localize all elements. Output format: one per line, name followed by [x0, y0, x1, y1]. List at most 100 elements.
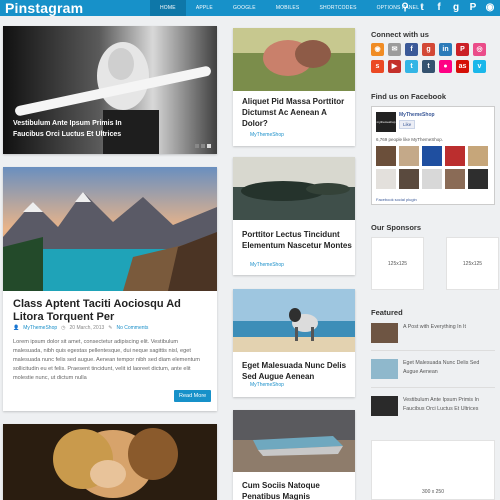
- fan-avatar[interactable]: [422, 169, 442, 189]
- fan-avatar[interactable]: [376, 169, 396, 189]
- linkedin-icon[interactable]: in: [439, 43, 452, 56]
- sponsors-heading: Our Sponsors: [371, 223, 422, 232]
- featured-title[interactable]: A Post with Everything In It: [403, 323, 493, 332]
- post-author[interactable]: MyThemeShop: [250, 262, 284, 268]
- connect-icons: ◉ ✉ f g in P ◎ s ▶ t t ● as v: [371, 43, 486, 73]
- slider-title[interactable]: Vestibulum Ante Ipsum Primis In Faucibus…: [13, 118, 133, 140]
- post-image[interactable]: [233, 410, 355, 472]
- fan-avatar[interactable]: [468, 146, 488, 166]
- slider-dot[interactable]: [201, 144, 205, 148]
- post-meta: 👤 MyThemeShop ◷ 20 March, 2013 ✎ No Comm…: [13, 325, 148, 331]
- featured-title[interactable]: Vestibulum Ante Ipsum Primis In Faucibus…: [403, 396, 493, 413]
- clock-icon: ◷: [61, 325, 66, 331]
- facebook-fans: [376, 146, 488, 189]
- featured-item[interactable]: Eget Malesuada Nunc Delis Sed Augue Aene…: [371, 359, 493, 379]
- facebook-like-button[interactable]: Like: [399, 120, 416, 129]
- post-author[interactable]: MyThemeShop: [250, 132, 284, 138]
- post-excerpt: Lorem ipsum dolor sit amet, consectetur …: [13, 339, 200, 381]
- pinterest-icon[interactable]: P: [468, 0, 478, 16]
- facebook-like-count: 6,769 people like MyThemeShop.: [376, 137, 444, 142]
- facebook-social-plugin-label: Facebook social plugin: [376, 197, 417, 202]
- nav-shortcodes[interactable]: SHORTCODES: [309, 0, 366, 16]
- post-title[interactable]: Eget Malesuada Nunc Delis Sed Augue Aene…: [242, 360, 352, 382]
- post-comments[interactable]: No Comments: [116, 325, 148, 331]
- email-icon[interactable]: ✉: [388, 43, 401, 56]
- featured-thumbnail: [371, 396, 398, 416]
- slider-dot[interactable]: [195, 144, 199, 148]
- lastfm-icon[interactable]: as: [456, 60, 469, 73]
- facebook-page-logo[interactable]: mythemeshop: [376, 112, 396, 132]
- site-logo[interactable]: Pinstagram: [5, 0, 83, 16]
- fan-avatar[interactable]: [422, 146, 442, 166]
- featured-heading: Featured: [371, 308, 403, 317]
- google-plus-icon[interactable]: g: [451, 0, 461, 16]
- featured-title[interactable]: Eget Malesuada Nunc Delis Sed Augue Aene…: [403, 359, 493, 376]
- post-image[interactable]: [233, 157, 355, 220]
- sponsor-ad[interactable]: 125x125: [371, 237, 424, 290]
- post-title[interactable]: Porttitor Lectus Tincidunt Elementum Nas…: [242, 229, 352, 251]
- post-card-3[interactable]: [3, 424, 217, 500]
- post-author[interactable]: MyThemeShop: [23, 325, 57, 331]
- featured-thumbnail: [371, 323, 398, 343]
- nav-google[interactable]: GOOGLE: [223, 0, 266, 16]
- post-image[interactable]: [233, 28, 355, 91]
- post-title[interactable]: Cum Sociis Natoque Penatibus Magnis: [242, 480, 352, 500]
- stumbleupon-icon[interactable]: s: [371, 60, 384, 73]
- post-card-main: Class Aptent Taciti Aociosqu Ad Litora T…: [3, 167, 217, 411]
- read-more-button[interactable]: Read More: [174, 390, 212, 402]
- post-card-col2-1: Aliquet Pid Massa Porttitor Dictumst Ac …: [233, 28, 355, 146]
- top-navigation-bar: Pinstagram HOME APPLE GOOGLE MOBILES SHO…: [0, 0, 500, 16]
- search-icon[interactable]: ⚲: [400, 0, 410, 16]
- ad-size-label: 300 x 250: [422, 489, 444, 495]
- comment-icon: ✎: [108, 325, 113, 331]
- featured-thumbnail: [371, 359, 398, 379]
- twitter-icon[interactable]: t: [405, 60, 418, 73]
- featured-slider[interactable]: Vestibulum Ante Ipsum Primis In Faucibus…: [3, 26, 217, 154]
- facebook-icon[interactable]: f: [405, 43, 418, 56]
- fan-avatar[interactable]: [468, 169, 488, 189]
- nav-mobiles[interactable]: MOBILES: [266, 0, 310, 16]
- post-title[interactable]: Class Aptent Taciti Aociosqu Ad Litora T…: [13, 298, 203, 324]
- facebook-like-box: mythemeshop MyThemeShop Like 6,769 peopl…: [371, 106, 495, 205]
- youtube-icon[interactable]: ▶: [388, 60, 401, 73]
- slider-dot-active[interactable]: [207, 144, 211, 148]
- featured-item[interactable]: A Post with Everything In It: [371, 323, 493, 343]
- fan-avatar[interactable]: [376, 146, 396, 166]
- fan-avatar[interactable]: [445, 169, 465, 189]
- fan-avatar[interactable]: [445, 146, 465, 166]
- twitter-icon[interactable]: t: [417, 0, 427, 16]
- connect-heading: Connect with us: [371, 30, 429, 39]
- divider: [371, 350, 495, 351]
- post-card-col2-4: Cum Sociis Natoque Penatibus Magnis: [233, 410, 355, 500]
- rss-icon[interactable]: ◉: [371, 43, 384, 56]
- ad-banner[interactable]: 300 x 250: [371, 440, 495, 500]
- divider: [371, 387, 495, 388]
- vimeo-icon[interactable]: v: [473, 60, 486, 73]
- tumblr-icon[interactable]: t: [422, 60, 435, 73]
- dribbble-icon[interactable]: ◎: [473, 43, 486, 56]
- post-image[interactable]: [233, 289, 355, 352]
- slider-pagination: [195, 144, 211, 148]
- header-social-icons: ⚲ t f g P ◉: [400, 0, 495, 16]
- facebook-page-name[interactable]: MyThemeShop: [399, 112, 435, 118]
- post-image[interactable]: [3, 167, 217, 291]
- facebook-icon[interactable]: f: [434, 0, 444, 16]
- post-card-col2-2: Porttitor Lectus Tincidunt Elementum Nas…: [233, 157, 355, 275]
- post-image: [3, 424, 217, 500]
- post-card-col2-3: Eget Malesuada Nunc Delis Sed Augue Aene…: [233, 289, 355, 397]
- post-title[interactable]: Aliquet Pid Massa Porttitor Dictumst Ac …: [242, 96, 352, 129]
- fan-avatar[interactable]: [399, 169, 419, 189]
- pinterest-icon[interactable]: P: [456, 43, 469, 56]
- facebook-heading: Find us on Facebook: [371, 92, 447, 101]
- featured-item[interactable]: Vestibulum Ante Ipsum Primis In Faucibus…: [371, 396, 493, 416]
- nav-home[interactable]: HOME: [150, 0, 186, 16]
- fan-avatar[interactable]: [399, 146, 419, 166]
- post-author[interactable]: MyThemeShop: [250, 382, 284, 388]
- user-icon: 👤: [13, 325, 20, 331]
- flickr-icon[interactable]: ●: [439, 60, 452, 73]
- main-nav: HOME APPLE GOOGLE MOBILES SHORTCODES OPT…: [150, 0, 433, 16]
- nav-apple[interactable]: APPLE: [186, 0, 223, 16]
- google-plus-icon[interactable]: g: [422, 43, 435, 56]
- rss-icon[interactable]: ◉: [485, 0, 495, 16]
- sponsor-ad[interactable]: 125x125: [446, 237, 499, 290]
